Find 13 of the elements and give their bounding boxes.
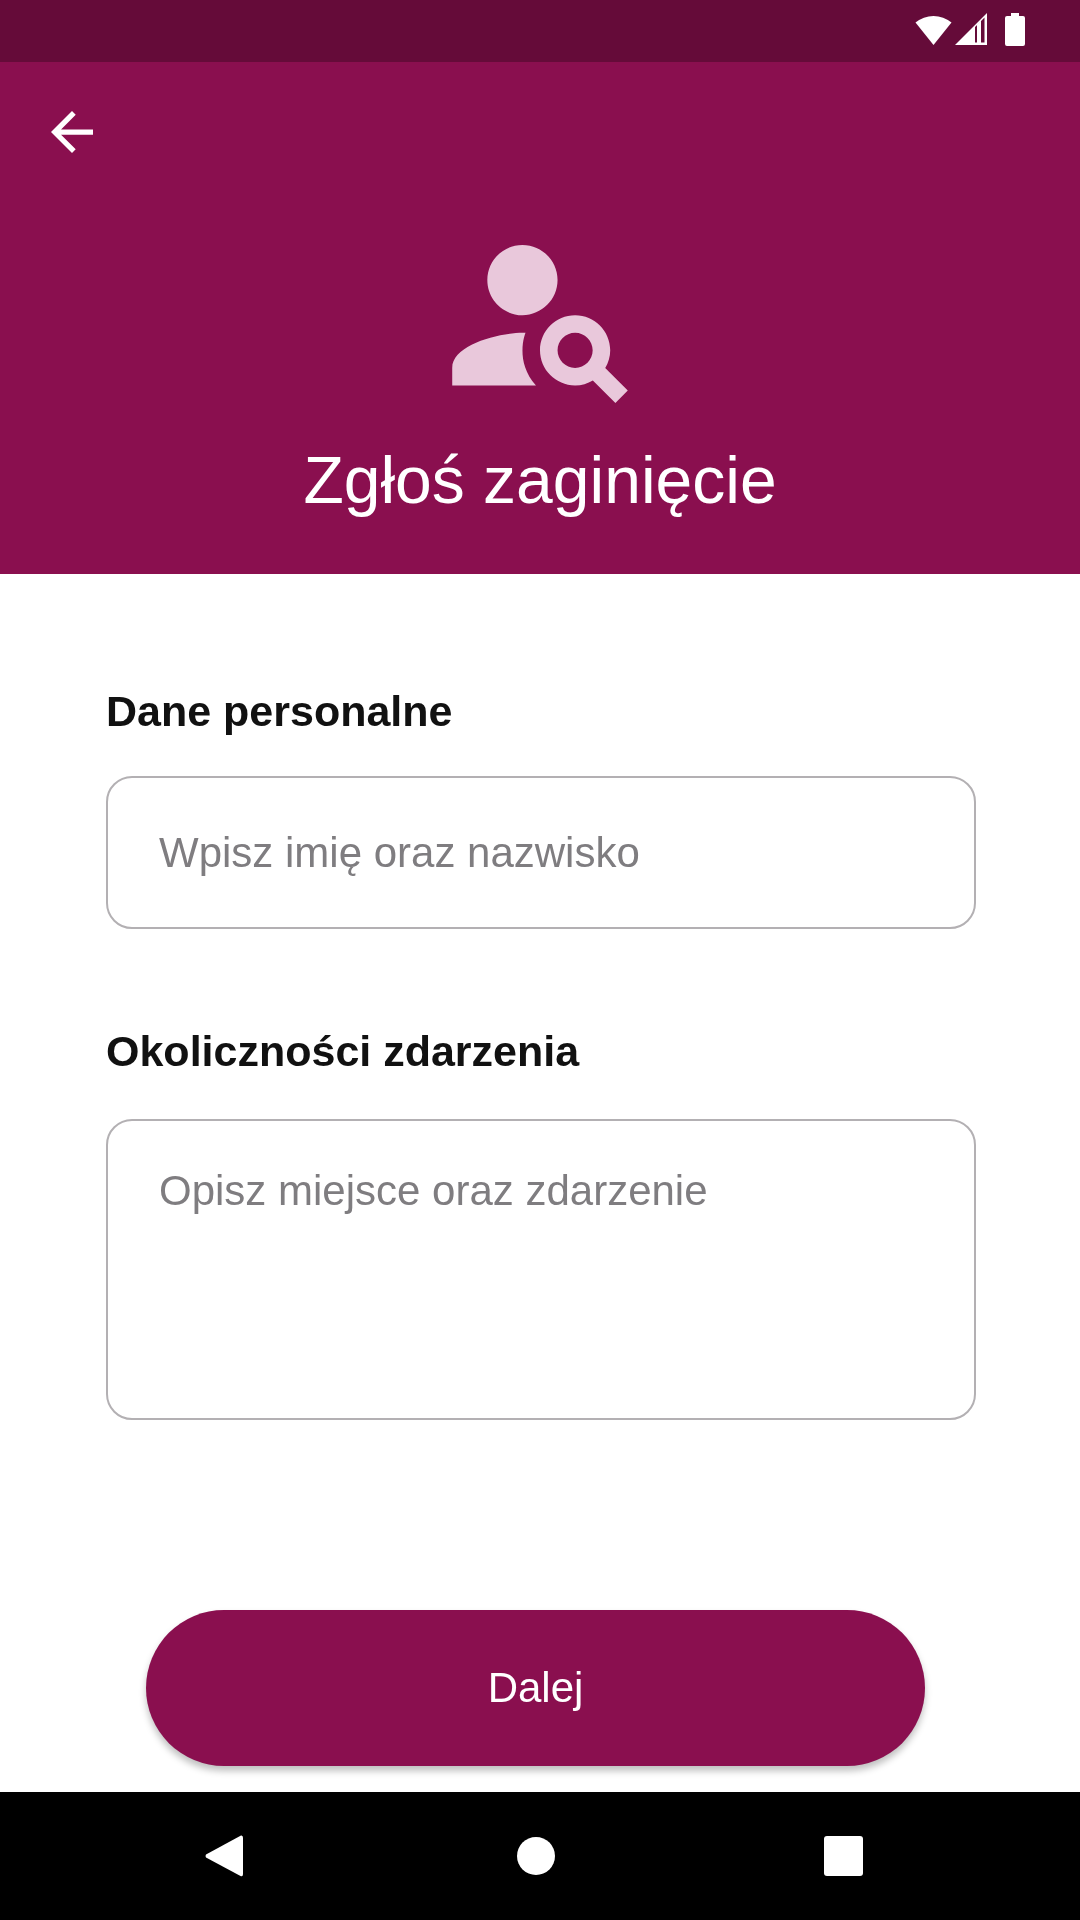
field-label: Dane personalne — [106, 687, 453, 737]
battery-icon — [1005, 13, 1025, 46]
back-icon[interactable] — [51, 111, 93, 153]
field-label: Okoliczności zdarzenia — [106, 1027, 580, 1077]
wifi-icon — [915, 13, 952, 45]
person-search-icon — [452, 245, 628, 403]
signal-icon — [955, 13, 987, 45]
next-button[interactable]: Dalej — [146, 1610, 925, 1766]
home-circle-icon[interactable] — [517, 1837, 555, 1875]
back-triangle-icon[interactable] — [205, 1835, 243, 1877]
text-area[interactable]: Opisz miejsce oraz zdarzenie — [106, 1118, 976, 1420]
page-title: Zgłoś zaginięcie — [303, 443, 777, 519]
text-input[interactable]: Wpisz imię oraz nazwisko — [106, 776, 976, 930]
